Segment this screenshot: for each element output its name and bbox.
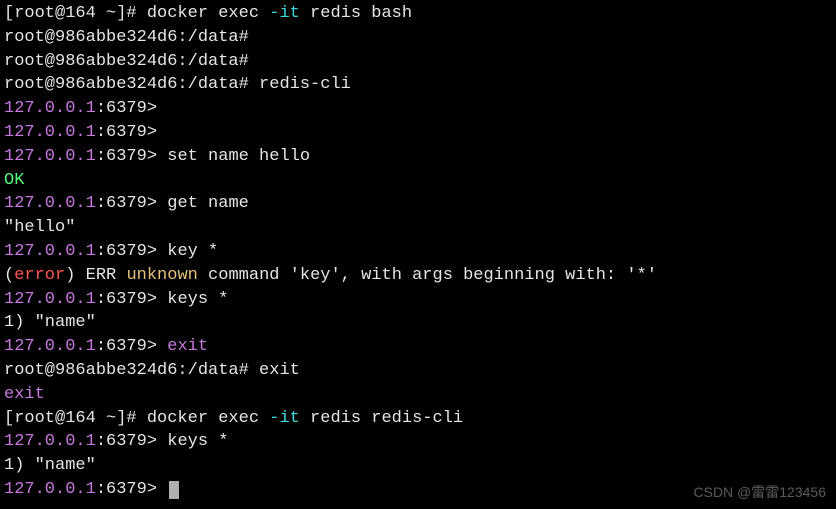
terminal-segment: 1) "name" — [4, 313, 96, 332]
terminal-segment: exit — [4, 385, 45, 404]
terminal-line: [root@164 ~]# docker exec -it redis redi… — [4, 407, 832, 431]
terminal-line: 127.0.0.1:6379> keys * — [4, 430, 832, 454]
terminal-line: 127.0.0.1:6379> set name hello — [4, 145, 832, 169]
terminal-line: OK — [4, 169, 832, 193]
terminal-segment: 127.0.0.1 — [4, 99, 96, 118]
terminal-segment: ) ERR — [65, 266, 126, 285]
terminal-segment: :6379> keys * — [96, 290, 229, 309]
terminal-line: root@986abbe324d6:/data# redis-cli — [4, 73, 832, 97]
terminal-segment: command 'key', with args beginning with:… — [198, 266, 657, 285]
terminal-segment: -it — [269, 409, 300, 428]
watermark: CSDN @雷雷123456 — [694, 483, 827, 503]
terminal-segment: [root@164 ~]# docker exec — [4, 4, 269, 23]
terminal-line: root@986abbe324d6:/data# — [4, 26, 832, 50]
terminal-line: "hello" — [4, 216, 832, 240]
terminal-line: 127.0.0.1:6379> keys * — [4, 288, 832, 312]
terminal-segment: 127.0.0.1 — [4, 480, 96, 499]
cursor-icon — [169, 481, 179, 499]
terminal-segment: :6379> key * — [96, 242, 218, 261]
terminal-line: root@986abbe324d6:/data# — [4, 50, 832, 74]
terminal-segment: :6379> — [96, 480, 167, 499]
terminal-line: 1) "name" — [4, 311, 832, 335]
terminal-segment: 1) "name" — [4, 456, 96, 475]
terminal-line: [root@164 ~]# docker exec -it redis bash — [4, 2, 832, 26]
terminal-segment: :6379> keys * — [96, 432, 229, 451]
terminal-segment: redis redis-cli — [300, 409, 463, 428]
terminal-segment: OK — [4, 171, 24, 190]
terminal-segment: "hello" — [4, 218, 75, 237]
terminal-segment: :6379> set name hello — [96, 147, 310, 166]
terminal-segment: 127.0.0.1 — [4, 432, 96, 451]
terminal-segment: 127.0.0.1 — [4, 194, 96, 213]
terminal-segment: :6379> get name — [96, 194, 249, 213]
terminal-output[interactable]: [root@164 ~]# docker exec -it redis bash… — [4, 2, 832, 502]
terminal-segment: error — [14, 266, 65, 285]
terminal-segment: ( — [4, 266, 14, 285]
terminal-segment: :6379> — [96, 99, 157, 118]
terminal-line: 127.0.0.1:6379> — [4, 97, 832, 121]
terminal-line: root@986abbe324d6:/data# exit — [4, 359, 832, 383]
terminal-line: 1) "name" — [4, 454, 832, 478]
terminal-line: 127.0.0.1:6379> key * — [4, 240, 832, 264]
terminal-segment: root@986abbe324d6:/data# — [4, 52, 249, 71]
terminal-segment: 127.0.0.1 — [4, 290, 96, 309]
terminal-segment: [root@164 ~]# docker exec — [4, 409, 269, 428]
terminal-segment: :6379> — [96, 337, 167, 356]
terminal-line: 127.0.0.1:6379> exit — [4, 335, 832, 359]
terminal-segment: 127.0.0.1 — [4, 123, 96, 142]
terminal-segment: 127.0.0.1 — [4, 242, 96, 261]
terminal-line: 127.0.0.1:6379> — [4, 121, 832, 145]
terminal-segment: root@986abbe324d6:/data# — [4, 28, 249, 47]
terminal-line: exit — [4, 383, 832, 407]
terminal-segment: root@986abbe324d6:/data# exit — [4, 361, 300, 380]
terminal-segment: root@986abbe324d6:/data# redis-cli — [4, 75, 351, 94]
terminal-segment: exit — [167, 337, 208, 356]
terminal-line: (error) ERR unknown command 'key', with … — [4, 264, 832, 288]
terminal-segment: :6379> — [96, 123, 157, 142]
terminal-segment: redis bash — [300, 4, 412, 23]
terminal-line: 127.0.0.1:6379> get name — [4, 192, 832, 216]
terminal-segment: unknown — [126, 266, 197, 285]
terminal-segment: 127.0.0.1 — [4, 147, 96, 166]
terminal-segment: 127.0.0.1 — [4, 337, 96, 356]
terminal-segment: -it — [269, 4, 300, 23]
